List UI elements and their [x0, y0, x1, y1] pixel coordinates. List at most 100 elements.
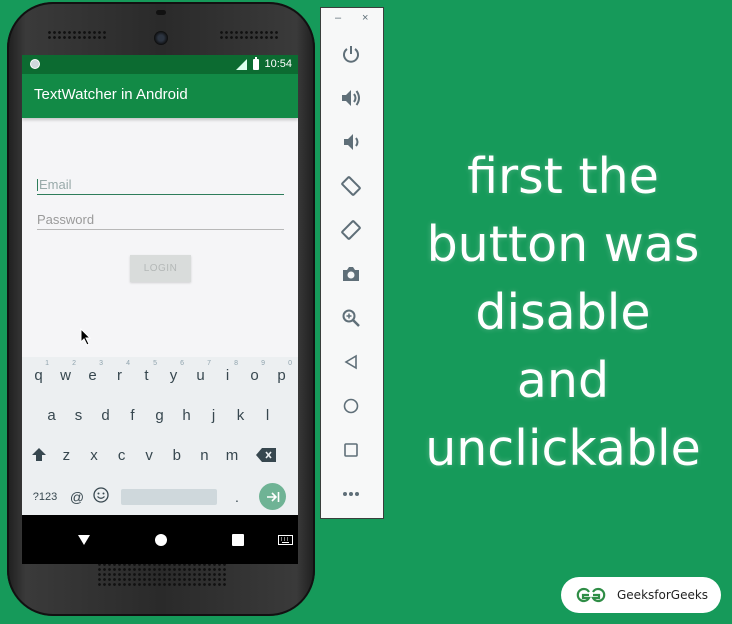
key-label: q: [34, 367, 43, 384]
key-label: p: [277, 367, 286, 384]
key-j[interactable]: j: [200, 407, 227, 424]
home-icon[interactable]: [336, 391, 366, 421]
password-field[interactable]: Password: [37, 212, 284, 230]
notification-icon: [30, 59, 40, 69]
volume-up-icon[interactable]: [336, 83, 366, 113]
key-v[interactable]: v: [135, 447, 163, 464]
shift-key[interactable]: [25, 446, 53, 464]
rotate-left-icon[interactable]: [336, 171, 366, 201]
window-controls: – ×: [321, 12, 383, 26]
go-key[interactable]: [259, 483, 286, 510]
key-r[interactable]: 4r: [106, 360, 133, 384]
key-label: w: [60, 367, 71, 384]
minimize-button[interactable]: –: [335, 12, 341, 24]
gfg-logo-icon: [576, 587, 606, 603]
nav-home-icon[interactable]: [151, 515, 171, 564]
keyboard-row-2: asdfghjkl: [22, 407, 298, 424]
delete-key[interactable]: [246, 446, 276, 464]
symbols-key[interactable]: ?123: [25, 491, 65, 503]
key-hint: 2: [72, 360, 76, 367]
key-label: r: [117, 367, 122, 384]
key-a[interactable]: a: [38, 407, 65, 424]
keyboard-switch-icon[interactable]: [275, 515, 295, 564]
period-key[interactable]: .: [225, 489, 249, 505]
key-f[interactable]: f: [119, 407, 146, 424]
go-arrow-icon: [266, 491, 279, 502]
front-camera: [154, 31, 168, 45]
caption-line: unclickable: [425, 420, 701, 477]
signal-icon: [236, 58, 248, 70]
key-hint: 0: [288, 360, 292, 367]
key-o[interactable]: 9o: [241, 360, 268, 384]
key-label: i: [225, 367, 230, 384]
back-icon[interactable]: [336, 347, 366, 377]
close-button[interactable]: ×: [362, 12, 368, 24]
key-p[interactable]: 0p: [268, 360, 295, 384]
caption-text: first the button was disable and unclick…: [395, 143, 731, 483]
keyboard-row-1: 1q2w3e4r5t6y7u8i9o0p: [22, 360, 298, 384]
app-bar: TextWatcher in Android: [22, 74, 298, 118]
key-c[interactable]: c: [108, 447, 136, 464]
zoom-icon[interactable]: [336, 303, 366, 333]
key-q[interactable]: 1q: [25, 360, 52, 384]
key-b[interactable]: b: [163, 447, 191, 464]
top-speaker: [156, 10, 166, 15]
key-k[interactable]: k: [227, 407, 254, 424]
key-w[interactable]: 2w: [52, 360, 79, 384]
text-cursor: [37, 179, 38, 191]
brand-badge: GeeksforGeeks: [561, 577, 721, 613]
app-title: TextWatcher in Android: [34, 86, 188, 103]
brand-name: GeeksforGeeks: [617, 588, 709, 602]
nav-recents-icon[interactable]: [228, 515, 248, 564]
phone-screen: 10:54 TextWatcher in Android Email Passw…: [22, 55, 298, 564]
keyboard-row-4: ?123 @ .: [22, 483, 298, 510]
login-button-label: LOGIN: [143, 263, 178, 274]
navigation-bar: [22, 515, 298, 564]
emoji-icon: [93, 486, 109, 503]
login-button[interactable]: LOGIN: [130, 255, 191, 282]
key-x[interactable]: x: [80, 447, 108, 464]
key-h[interactable]: h: [173, 407, 200, 424]
key-n[interactable]: n: [191, 447, 219, 464]
key-t[interactable]: 5t: [133, 360, 160, 384]
key-hint: 9: [261, 360, 265, 367]
key-g[interactable]: g: [146, 407, 173, 424]
key-label: t: [144, 367, 149, 384]
camera-icon[interactable]: [336, 259, 366, 289]
key-hint: 6: [180, 360, 184, 367]
key-label: e: [88, 367, 97, 384]
mouse-pointer-icon: [80, 327, 92, 351]
overview-icon[interactable]: [336, 435, 366, 465]
key-m[interactable]: m: [218, 447, 246, 464]
volume-down-icon[interactable]: [336, 127, 366, 157]
speaker-grille-right: [219, 30, 279, 40]
key-e[interactable]: 3e: [79, 360, 106, 384]
caption-line: disable: [475, 284, 651, 341]
key-label: o: [250, 367, 259, 384]
key-hint: 8: [234, 360, 238, 367]
nav-back-icon[interactable]: [74, 515, 94, 564]
email-field[interactable]: Email: [37, 177, 284, 195]
key-u[interactable]: 7u: [187, 360, 214, 384]
key-hint: 4: [126, 360, 130, 367]
more-icon[interactable]: [336, 479, 366, 509]
caption-line: and: [516, 352, 610, 409]
email-placeholder: Email: [39, 177, 72, 192]
key-hint: 1: [45, 360, 49, 367]
space-key[interactable]: [121, 488, 217, 505]
key-z[interactable]: z: [53, 447, 81, 464]
letter-keys-row-3: zxcvbnm: [53, 447, 246, 464]
key-i[interactable]: 8i: [214, 360, 241, 384]
status-time: 10:54: [264, 58, 292, 70]
key-y[interactable]: 6y: [160, 360, 187, 384]
power-icon[interactable]: [336, 39, 366, 69]
key-hint: 5: [153, 360, 157, 367]
key-d[interactable]: d: [92, 407, 119, 424]
at-key[interactable]: @: [65, 489, 89, 505]
key-s[interactable]: s: [65, 407, 92, 424]
speaker-grille-left: [47, 30, 107, 40]
emoji-key[interactable]: [89, 486, 113, 507]
rotate-right-icon[interactable]: [336, 215, 366, 245]
key-l[interactable]: l: [254, 407, 281, 424]
key-label: y: [169, 367, 178, 384]
